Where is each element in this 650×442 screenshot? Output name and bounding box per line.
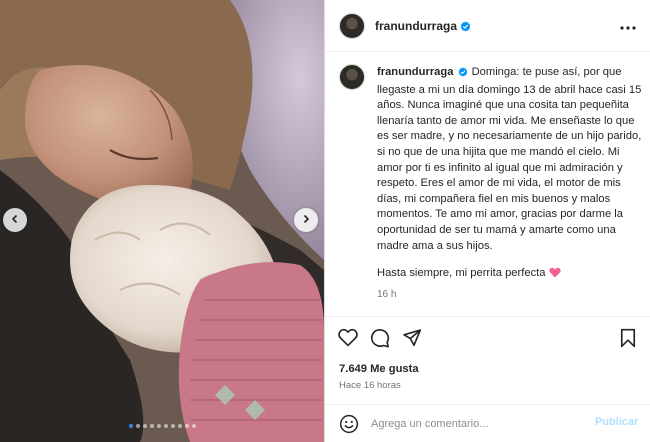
avatar[interactable] — [339, 13, 365, 39]
carousel-next-button[interactable] — [294, 208, 318, 232]
carousel-dot — [142, 424, 147, 428]
comment-input[interactable] — [371, 414, 571, 434]
caption-avatar[interactable] — [339, 64, 365, 90]
paper-plane-icon — [402, 328, 422, 353]
likes-count[interactable]: 7.649 Me gusta — [339, 363, 419, 375]
carousel-dot — [191, 424, 196, 428]
bookmark-icon — [619, 328, 637, 353]
comment-button[interactable] — [369, 328, 391, 353]
heart-outline-icon — [338, 328, 358, 352]
carousel-dot — [177, 424, 182, 428]
share-button[interactable] — [401, 328, 423, 353]
carousel-dot — [163, 424, 168, 428]
carousel-dot — [170, 424, 175, 428]
post-timestamp[interactable]: Hace 16 horas — [339, 380, 401, 391]
emoji-picker-button[interactable] — [339, 414, 359, 434]
save-button[interactable] — [617, 328, 639, 353]
caption: franundurraga Dominga: te puse así, por … — [377, 65, 643, 254]
smiley-face-icon — [339, 414, 359, 438]
publish-comment-button[interactable]: Publicar — [595, 416, 638, 428]
username-text: franundurraga — [375, 19, 458, 33]
comment-bar: Publicar — [325, 404, 650, 442]
carousel-dot — [156, 424, 161, 428]
more-options-icon — [620, 17, 636, 35]
verified-badge-icon — [460, 21, 471, 35]
like-button[interactable] — [337, 328, 359, 352]
caption-username[interactable]: franundurraga — [377, 66, 453, 78]
instagram-post: franundurraga franundurraga Dominga: te … — [0, 0, 650, 442]
carousel-dot — [149, 424, 154, 428]
username-link[interactable]: franundurraga — [375, 19, 471, 35]
more-options-button[interactable] — [619, 18, 637, 34]
comment-bubble-icon — [370, 328, 390, 353]
caption-timestamp: 16 h — [377, 289, 397, 300]
carousel-dot — [128, 424, 133, 428]
verified-badge-icon — [458, 67, 468, 83]
carousel-dot — [135, 424, 140, 428]
caption-text: Dominga: te puse así, por que llegaste a… — [377, 66, 642, 252]
chevron-left-icon — [10, 211, 20, 229]
chevron-right-icon — [301, 211, 311, 229]
pink-heart-emoji-icon — [548, 267, 561, 283]
post-actions: 7.649 Me gusta Hace 16 horas — [325, 316, 650, 416]
carousel-prev-button[interactable] — [3, 208, 27, 232]
caption-signoff: Hasta siempre, mi perrita perfecta — [377, 266, 561, 283]
post-header: franundurraga — [325, 0, 650, 52]
post-side-panel: franundurraga franundurraga Dominga: te … — [325, 0, 650, 442]
post-media-carousel[interactable] — [0, 0, 324, 442]
post-photo — [0, 0, 324, 442]
caption-area: franundurraga Dominga: te puse así, por … — [325, 52, 650, 316]
carousel-indicator — [0, 424, 324, 428]
signoff-text: Hasta siempre, mi perrita perfecta — [377, 267, 546, 279]
carousel-dot — [184, 424, 189, 428]
